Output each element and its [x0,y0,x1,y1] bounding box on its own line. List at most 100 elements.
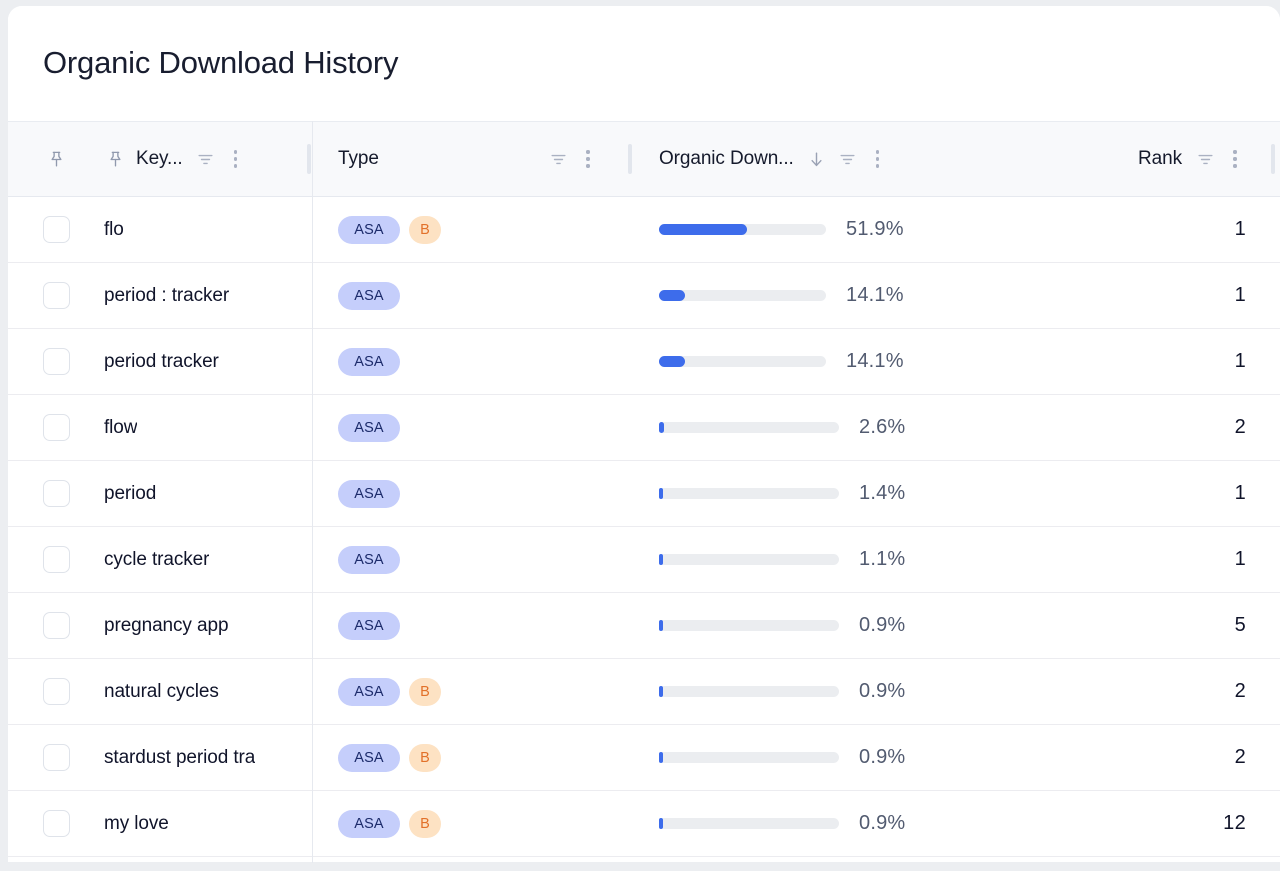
cell-select [8,197,104,262]
rank-value: 1 [1234,284,1246,306]
row-checkbox[interactable] [42,480,70,507]
table-row[interactable]: cycle tracker ASA 1.1% 1 [8,527,1280,593]
organic-downloads-percent: 1.1% [859,548,906,570]
organic-downloads-percent: 0.9% [859,746,906,768]
column-resize-handle-keyword[interactable] [307,144,311,174]
type-badges: ASA B [338,809,441,838]
kebab-menu-icon[interactable] [868,148,888,170]
cell-keyword: period : tracker [104,263,312,328]
badge-asa: ASA [338,611,400,640]
page-title: Organic Download History [43,45,399,81]
row-checkbox[interactable] [42,612,70,639]
column-resize-handle-type[interactable] [628,144,632,174]
filter-icon[interactable] [547,148,569,170]
sort-descending-icon[interactable] [806,148,828,170]
organic-downloads-percent: 0.9% [859,680,906,702]
cell-organic-downloads: 2.6% [630,395,950,460]
row-checkbox[interactable] [42,744,70,771]
kebab-menu-icon[interactable] [226,148,246,170]
rank-value: 1 [1234,482,1246,504]
type-badges: ASA [338,479,400,508]
cell-organic-downloads: 0.9% [630,791,950,856]
kebab-menu-icon[interactable] [1225,148,1245,170]
table-row[interactable]: period ASA 1.4% 1 [8,461,1280,527]
row-checkbox[interactable] [42,810,70,837]
rank-value: 1 [1234,548,1246,570]
rank-value: 5 [1234,614,1246,636]
header-actions-organic-downloads [806,148,888,170]
cell-keyword: flow [104,395,312,460]
progress-bar-track [659,752,839,763]
row-checkbox[interactable] [42,678,70,705]
cell-type: ASA [312,593,630,658]
progress-bar-track [659,422,839,433]
keyword-text: period : tracker [104,284,230,306]
row-checkbox[interactable] [42,348,70,375]
cell-organic-downloads: 51.9% [630,197,950,262]
card-header: Organic Download History [8,6,1280,121]
filter-icon[interactable] [195,148,217,170]
badge-asa: ASA [338,809,400,838]
pinned-columns-divider [312,121,313,863]
cell-select [8,791,104,856]
table-row[interactable]: stardust period tra ASA B 0.9% 2 [8,725,1280,791]
cell-select [8,527,104,592]
pin-icon[interactable] [104,148,126,170]
row-checkbox[interactable] [42,546,70,573]
cell-keyword: my love [104,791,312,856]
column-resize-handle-rank[interactable] [1271,144,1275,174]
row-checkbox[interactable] [42,282,70,309]
badge-asa: ASA [338,677,400,706]
type-badges: ASA [338,413,400,442]
filter-icon[interactable] [837,148,859,170]
badge-brand: B [409,677,441,706]
organic-downloads-percent: 14.1% [846,284,904,306]
row-checkbox[interactable] [42,414,70,441]
cell-keyword: period [104,461,312,526]
cell-select [8,263,104,328]
progress-bar-track [659,356,826,367]
badge-asa: ASA [338,479,400,508]
table-row[interactable]: flow ASA 2.6% 2 [8,395,1280,461]
cell-organic-downloads: 1.4% [630,461,950,526]
kebab-menu-icon[interactable] [578,148,598,170]
progress-bar-fill [659,620,663,631]
row-checkbox[interactable] [42,216,70,243]
progress-bar-track [659,818,839,829]
header-cell-rank[interactable]: Rank [950,122,1280,196]
type-badges: ASA [338,347,400,376]
app-root: Organic Download History Key... Type Org… [0,0,1280,871]
cell-rank: 5 [950,593,1280,658]
cell-select [8,593,104,658]
organic-download-history-card: Organic Download History Key... Type Org… [8,6,1280,863]
type-badges: ASA [338,545,400,574]
progress-bar-track [659,554,839,565]
progress-bar-fill [659,488,663,499]
header-label-type: Type [338,148,379,169]
organic-downloads-percent: 1.4% [859,482,906,504]
rank-value: 12 [1223,812,1246,834]
table-row[interactable]: my love ASA B 0.9% 12 [8,791,1280,857]
keywords-table: Key... Type Organic Down... Rank flo ASA… [8,121,1280,863]
table-row[interactable]: period : tracker ASA 14.1% 1 [8,263,1280,329]
header-cell-organic-downloads[interactable]: Organic Down... [630,122,950,196]
table-row[interactable]: pregnancy app ASA 0.9% 5 [8,593,1280,659]
table-row[interactable]: natural cycles ASA B 0.9% 2 [8,659,1280,725]
table-row[interactable]: period tracker ASA 14.1% 1 [8,329,1280,395]
cell-type: ASA [312,263,630,328]
header-cell-type[interactable]: Type [312,122,630,196]
cell-select [8,329,104,394]
filter-icon[interactable] [1194,148,1216,170]
cell-organic-downloads: 1.1% [630,527,950,592]
rank-value: 2 [1234,416,1246,438]
pin-icon[interactable] [45,148,67,170]
keyword-text: flow [104,416,138,438]
organic-downloads-percent: 0.9% [859,614,906,636]
header-label-keyword: Key... [136,148,183,169]
header-cell-keyword[interactable]: Key... [104,122,312,196]
cell-type: ASA B [312,725,630,790]
header-actions-keyword [195,148,246,170]
cell-type: ASA B [312,197,630,262]
table-row[interactable]: flo ASA B 51.9% 1 [8,197,1280,263]
organic-downloads-percent: 14.1% [846,350,904,372]
